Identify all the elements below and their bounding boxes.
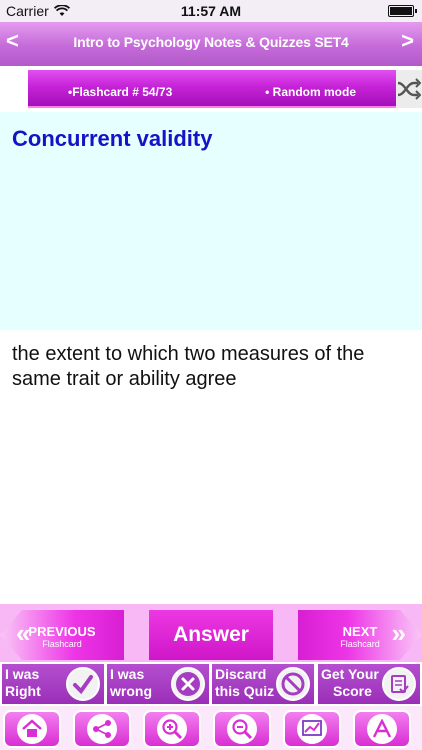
right-line2: Right [5,683,41,699]
home-button[interactable] [3,710,61,748]
double-chevron-right-icon: » [391,618,406,648]
discard-line1: Discard [215,666,267,682]
zoom-out-button[interactable] [213,710,271,748]
font-size-icon [367,714,397,744]
chart-icon [297,714,327,744]
checkmark-icon [66,667,100,701]
i-was-wrong-label: I was wrong [110,666,152,700]
next-flashcard-button[interactable]: » NEXT Flashcard [298,610,422,660]
discard-quiz-button[interactable]: Discard this Quiz [212,664,314,704]
page-title: Intro to Psychology Notes & Quizzes SET4 [73,34,349,50]
discard-line2: this Quiz [215,683,275,699]
i-was-right-button[interactable]: I was Right [2,664,104,704]
score-line2: Score [333,683,372,699]
shuffle-icon [397,78,421,100]
get-score-button[interactable]: Get Your Score [318,664,420,704]
flashcard-answer: the extent to which two measures of the … [12,343,365,390]
bottom-toolbar [0,706,422,750]
clock: 11:57 AM [180,3,242,19]
flashcard-question: Concurrent validity [12,126,213,151]
right-line1: I was [5,666,40,682]
status-bar: Carrier 11:57 AM [0,0,422,22]
next-set-button[interactable]: > [401,30,414,52]
get-score-label: Get Your Score [321,666,379,700]
scorecard-icon [382,667,416,701]
previous-flashcard-button[interactable]: « PREVIOUS Flashcard [0,610,124,660]
stats-button[interactable] [283,710,341,748]
flashcard-counter: •Flashcard # 54/73 [68,85,173,99]
prohibited-icon [276,667,310,701]
share-button[interactable] [73,710,131,748]
double-chevron-left-icon: « [16,618,31,648]
cross-icon [171,667,205,701]
question-panel: Concurrent validity [0,112,422,330]
answer-panel: the extent to which two measures of the … [0,330,422,604]
answer-action-row: I was Right I was wrong Discard this Qui… [0,662,422,706]
score-line1: Get Your [321,666,379,682]
i-was-wrong-button[interactable]: I was wrong [107,664,209,704]
zoom-in-icon [157,714,187,744]
i-was-right-label: I was Right [5,666,41,700]
title-bar: < Intro to Psychology Notes & Quizzes SE… [0,22,422,66]
shuffle-button[interactable] [396,70,422,108]
previous-set-button[interactable]: < [6,30,19,52]
battery-icon [388,5,417,17]
wrong-line2: wrong [110,683,152,699]
zoom-in-button[interactable] [143,710,201,748]
discard-quiz-label: Discard this Quiz [215,666,274,700]
home-icon [17,714,47,744]
flashcard-nav-row: « PREVIOUS Flashcard Answer » NEXT Flash… [0,604,422,662]
flashcard-info-bar: •Flashcard # 54/73 • Random mode [28,70,396,108]
font-size-button[interactable] [353,710,411,748]
random-mode-label: • Random mode [265,85,356,99]
zoom-out-icon [227,714,257,744]
share-icon [87,714,117,744]
flashcard-info-row: •Flashcard # 54/73 • Random mode [0,66,422,112]
wrong-line1: I was [110,666,145,682]
show-answer-button[interactable]: Answer [149,610,273,660]
